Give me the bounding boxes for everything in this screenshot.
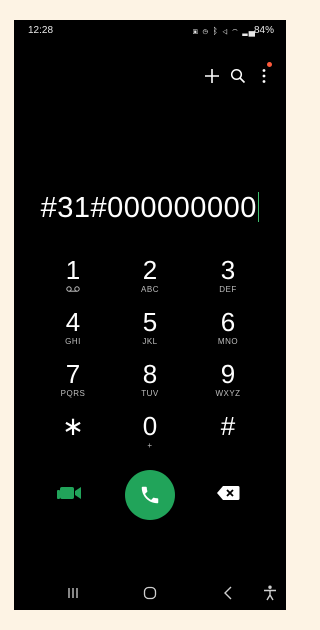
key-3[interactable]: 3 DEF (189, 256, 267, 308)
key-digit: 3 (220, 255, 236, 285)
mute-icon: ◁ (222, 26, 229, 36)
key-5[interactable]: 5 JKL (111, 308, 189, 360)
add-icon (205, 69, 219, 83)
more-options-icon (262, 69, 266, 83)
key-digit: # (220, 411, 236, 441)
key-0[interactable]: 0 + (111, 412, 189, 464)
bluetooth-icon: ᛒ (212, 26, 219, 36)
call-actions (14, 470, 286, 520)
key-digit: 5 (142, 307, 158, 337)
more-options-button[interactable] (252, 64, 276, 88)
backspace-icon (217, 486, 240, 500)
sim-icon: ▣ (192, 26, 200, 36)
key-digit: 6 (220, 307, 236, 337)
dialed-number: #31#000000000 (40, 192, 257, 224)
key-digit: 8 (142, 359, 158, 389)
key-1[interactable]: 1 (34, 256, 112, 308)
status-time: 12:28 (28, 25, 54, 36)
accessibility-icon (264, 585, 276, 601)
back-button[interactable] (217, 582, 239, 604)
search-icon (230, 68, 246, 84)
status-bar: 12:28 ▣ ◷ ᛒ ◁ ◠ ▂▄ 84% (14, 20, 286, 42)
back-icon (224, 586, 232, 600)
add-contact-button[interactable] (200, 64, 224, 88)
text-cursor (257, 192, 260, 222)
phone-screen: 12:28 ▣ ◷ ᛒ ◁ ◠ ▂▄ 84% #31#000000000 1 2… (14, 20, 286, 610)
key-7[interactable]: 7 PQRS (34, 360, 112, 412)
key-2[interactable]: 2 ABC (111, 256, 189, 308)
notification-dot (267, 62, 272, 67)
key-digit: 1 (65, 255, 81, 285)
home-icon (143, 586, 157, 600)
call-button[interactable] (125, 470, 175, 520)
key-digit: 9 (220, 359, 236, 389)
key-hash[interactable]: # (189, 412, 267, 464)
key-digit: 4 (65, 307, 81, 337)
key-digit: 0 (142, 411, 158, 441)
video-call-icon (57, 487, 81, 499)
key-8[interactable]: 8 TUV (111, 360, 189, 412)
status-icons: ▣ ◷ ᛒ ◁ ◠ ▂▄ (193, 26, 256, 36)
video-call-button[interactable] (56, 484, 86, 506)
dialed-number-display[interactable]: #31#000000000 (14, 192, 286, 225)
key-letters: MNO (217, 337, 239, 346)
key-star[interactable]: ∗ (34, 412, 112, 464)
key-letters: TUV (141, 389, 159, 398)
accessibility-button[interactable] (259, 582, 281, 604)
backspace-button[interactable] (216, 485, 242, 505)
key-letters: + (147, 441, 153, 450)
key-letters: ABC (141, 285, 159, 294)
key-digit: 2 (142, 255, 158, 285)
phone-icon (141, 486, 159, 504)
key-digit: ∗ (62, 411, 84, 441)
system-nav-bar (14, 582, 286, 604)
key-letters: PQRS (60, 389, 86, 398)
recent-apps-icon (68, 588, 78, 598)
home-button[interactable] (139, 582, 161, 604)
key-letters: JKL (142, 337, 158, 346)
key-letters: WXYZ (215, 389, 241, 398)
key-letters: DEF (219, 285, 237, 294)
wifi-icon: ◠ (232, 26, 239, 36)
key-4[interactable]: 4 GHI (34, 308, 112, 360)
battery-percent: 84% (253, 25, 274, 36)
voicemail-icon (66, 286, 80, 292)
key-letters: GHI (65, 337, 81, 346)
search-button[interactable] (226, 64, 250, 88)
key-9[interactable]: 9 WXYZ (189, 360, 267, 412)
key-6[interactable]: 6 MNO (189, 308, 267, 360)
recent-apps-button[interactable] (62, 582, 84, 604)
alarm-icon: ◷ (202, 26, 209, 36)
key-digit: 7 (65, 359, 81, 389)
dialer-toolbar (186, 62, 286, 88)
